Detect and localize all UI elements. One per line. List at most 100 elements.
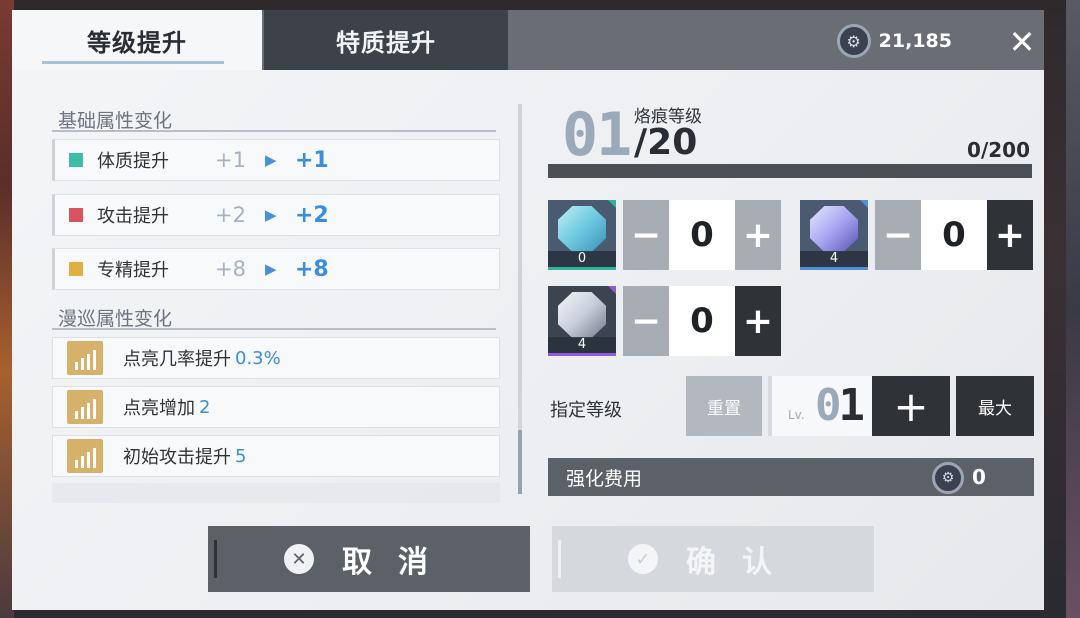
attr-label: 攻击提升 [97,206,169,227]
material-stepper: − 0 + [623,200,781,270]
cost-label: 强化费用 [566,467,643,490]
gear-coin-icon: ⚙ [836,24,871,58]
plus-button[interactable]: + [987,200,1033,270]
gear-coin-icon: ⚙ [932,462,964,494]
attr-old-value: +8 [215,257,246,281]
tab-underline [42,61,224,64]
cancel-x-icon: ✕ [284,544,314,574]
section-divider [52,328,496,330]
section-divider [52,130,496,132]
confirm-button[interactable]: ✓ 确认 [552,526,874,592]
exp-progress-text: 0/200 [967,138,1030,162]
quantity-value: 0 [669,200,735,270]
bar-chart-icon [67,341,103,375]
attr-new-value: +1 [295,147,329,173]
level-max: /20 [634,122,698,163]
tab-level-up-label: 等级提升 [87,28,187,57]
bar-chart-icon [67,390,103,424]
patrol-label: 初始攻击提升 [123,447,231,468]
basic-attr-title: 基础属性变化 [58,110,173,132]
tab-trait-up-label: 特质提升 [336,28,436,57]
patrol-row-partial [52,483,500,503]
material-slot[interactable]: 0 [548,200,616,270]
patrol-value: 2 [199,396,211,418]
patrol-label: 点亮增加 [123,398,195,419]
currency-display: ⚙ 21,185 [836,24,952,58]
confirm-label: 确认 [686,545,798,580]
plus-button[interactable]: + [735,200,781,270]
target-level: 01 [815,380,865,431]
attr-label: 体质提升 [97,151,169,172]
material-slot[interactable]: 4 [548,286,616,356]
tab-bar: 等级提升 特质提升 ⚙ 21,185 ✕ [12,10,1044,70]
minus-button[interactable]: − [875,200,921,270]
patrol-label: 点亮几率提升 [123,349,231,370]
patrol-attr-title: 漫巡属性变化 [58,308,173,330]
material-slot[interactable]: 4 [800,200,868,270]
attr-label: 专精提升 [97,260,169,281]
plus-button[interactable]: + [735,286,781,356]
attr-new-value: +8 [295,256,329,282]
material-count: 4 [548,337,616,353]
attack-color-icon [69,208,83,222]
rarity-bar [548,267,616,270]
attr-old-value: +2 [215,203,246,227]
attr-new-value: +2 [295,202,329,228]
cancel-button[interactable]: ✕ 取消 [208,526,530,592]
tab-trait-up[interactable]: 特质提升 [264,10,508,70]
assign-level-label: 指定等级 [550,400,622,421]
rarity-corner [860,200,868,208]
crystal-icon [558,206,606,252]
minus-button[interactable]: − [623,200,669,270]
patrol-value: 5 [235,445,247,467]
currency-amount: 21,185 [878,30,952,52]
max-level-button[interactable]: 最大 [956,376,1034,436]
rarity-corner [608,286,616,294]
background-right [1066,0,1080,618]
crystal-icon [810,206,858,252]
level-input[interactable]: Lv. 01 [768,376,872,436]
material-count: 4 [800,251,868,267]
arrow-right-icon: ▶ [265,151,277,169]
rarity-bar [548,353,616,356]
upgrade-dialog: 等级提升 特质提升 ⚙ 21,185 ✕ 基础属性变化 体质提升 +1 ▶ +1… [12,10,1044,610]
level-plus-button[interactable]: + [872,376,950,436]
patrol-row: 初始攻击提升 5 [52,435,500,477]
crystal-icon [558,292,606,338]
arrow-right-icon: ▶ [265,206,277,224]
patrol-row: 点亮几率提升 0.3% [52,337,500,379]
current-level: 01 [562,100,632,170]
bar-chart-icon [67,439,103,473]
attr-row-attack: 攻击提升 +2 ▶ +2 [52,194,500,236]
material-stepper: − 0 + [875,200,1033,270]
patrol-row: 点亮增加 2 [52,386,500,428]
attr-row-mastery: 专精提升 +8 ▶ +8 [52,248,500,290]
attr-row-constitution: 体质提升 +1 ▶ +1 [52,139,500,181]
minus-button[interactable]: − [623,286,669,356]
rarity-corner [608,200,616,208]
confirm-check-icon: ✓ [628,544,658,574]
target-level-ones: 1 [838,380,865,431]
reset-button[interactable]: 重置 [686,376,762,436]
rarity-bar [800,267,868,270]
target-level-tens: 0 [815,380,841,431]
material-count: 0 [548,251,616,267]
tab-level-up[interactable]: 等级提升 [12,10,262,70]
cost-value: 0 [972,465,986,489]
lv-tag: Lv. [788,408,805,422]
arrow-right-icon: ▶ [265,260,277,278]
upgrade-cost-bar: 强化费用 ⚙ 0 [548,458,1034,496]
attr-old-value: +1 [215,148,246,172]
button-accent-bar [214,540,217,578]
scrollbar-thumb[interactable] [518,430,522,494]
quantity-value: 0 [921,200,987,270]
cancel-label: 取消 [342,545,454,580]
patrol-value: 0.3% [235,347,281,369]
quantity-value: 0 [669,286,735,356]
material-stepper: − 0 + [623,286,781,356]
button-accent-bar [558,540,561,578]
close-icon[interactable]: ✕ [1004,23,1040,61]
constitution-color-icon [69,153,83,167]
exp-progress-bar [548,164,1032,178]
mastery-color-icon [69,262,83,276]
